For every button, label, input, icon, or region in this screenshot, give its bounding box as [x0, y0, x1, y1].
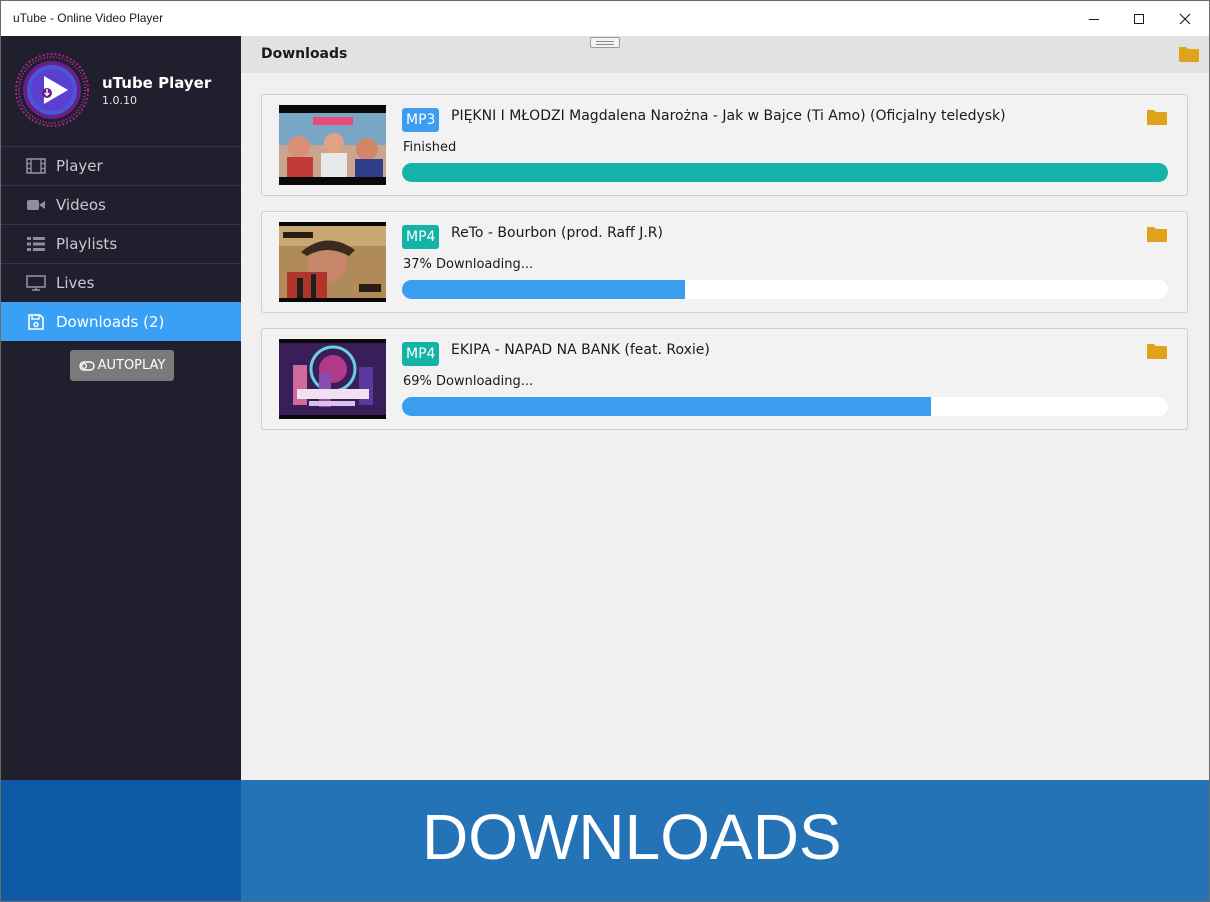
folder-icon[interactable]	[1179, 46, 1199, 62]
toggle-icon	[78, 360, 95, 371]
download-item: MP3 PIĘKNI I MŁODZI Magdalena Narożna - …	[261, 94, 1188, 196]
app-name: uTube Player	[102, 74, 212, 92]
app-logo-icon	[15, 53, 89, 127]
list-icon	[27, 237, 45, 251]
autoplay-toggle-button[interactable]: AUTOPLAY	[70, 350, 174, 381]
promo-banner: DOWNLOADS	[241, 780, 1209, 901]
video-thumbnail[interactable]	[279, 222, 386, 302]
maximize-icon	[1134, 13, 1144, 24]
sidebar-item-lives[interactable]: Lives	[1, 263, 241, 302]
progress-bar	[402, 163, 1168, 182]
download-item: MP4 ReTo - Bourbon (prod. Raff J.R) 37% …	[261, 211, 1188, 313]
download-status: Finished	[403, 140, 457, 155]
video-title: EKIPA - NAPAD NA BANK (feat. Roxie)	[451, 342, 710, 358]
autoplay-label: AUTOPLAY	[97, 358, 166, 373]
sidebar-item-label: Playlists	[56, 235, 118, 253]
download-item: MP4 EKIPA - NAPAD NA BANK (feat. Roxie) …	[261, 328, 1188, 430]
maximize-button[interactable]	[1116, 1, 1162, 36]
banner-text: DOWNLOADS	[422, 801, 842, 873]
progress-fill	[402, 397, 931, 416]
banner-left	[1, 780, 241, 901]
sidebar-item-playlists[interactable]: Playlists	[1, 224, 241, 263]
close-icon	[1179, 13, 1191, 24]
format-badge: MP3	[402, 108, 440, 132]
sidebar-item-player[interactable]: Player	[1, 146, 241, 185]
close-button[interactable]	[1162, 1, 1208, 36]
progress-bar	[402, 397, 1168, 416]
progress-bar	[402, 280, 1168, 299]
minimize-icon	[1089, 18, 1099, 20]
video-title: PIĘKNI I MŁODZI Magdalena Narożna - Jak …	[451, 108, 1006, 124]
film-icon	[26, 158, 46, 174]
window-title: uTube - Online Video Player	[13, 11, 164, 25]
title-bar: uTube - Online Video Player	[1, 1, 1209, 36]
folder-icon[interactable]	[1147, 109, 1167, 125]
sidebar-item-label: Lives	[56, 274, 95, 292]
format-badge: MP4	[402, 342, 440, 366]
main-panel: Downloads MP3 PIĘKNI I MŁODZI Magdalena …	[241, 36, 1209, 780]
sidebar-item-label: Videos	[56, 196, 106, 214]
monitor-icon	[26, 275, 46, 291]
save-icon	[28, 314, 44, 330]
main-header: Downloads	[241, 36, 1209, 73]
video-thumbnail[interactable]	[279, 339, 386, 419]
page-title: Downloads	[261, 46, 348, 62]
sidebar-item-label: Player	[56, 157, 103, 175]
sidebar: uTube Player 1.0.10 Player Videos Playli…	[1, 36, 241, 780]
sidebar-item-downloads[interactable]: Downloads (2)	[1, 302, 241, 341]
video-title: ReTo - Bourbon (prod. Raff J.R)	[451, 225, 663, 241]
sidebar-nav: Player Videos Playlists Lives Downloads …	[1, 146, 241, 341]
progress-fill	[402, 280, 686, 299]
video-thumbnail[interactable]	[279, 105, 386, 185]
minimize-button[interactable]	[1071, 1, 1117, 36]
sidebar-item-label: Downloads (2)	[56, 313, 165, 331]
app-window: uTube - Online Video Player uTube Player…	[0, 0, 1210, 902]
progress-fill	[402, 163, 1168, 182]
folder-icon[interactable]	[1147, 343, 1167, 359]
sidebar-item-videos[interactable]: Videos	[1, 185, 241, 224]
brand: uTube Player 1.0.10	[1, 36, 241, 146]
video-camera-icon	[27, 200, 45, 210]
folder-icon[interactable]	[1147, 226, 1167, 242]
format-badge: MP4	[402, 225, 440, 249]
download-status: 37% Downloading...	[403, 257, 534, 272]
resize-grip-handle[interactable]	[590, 37, 620, 48]
download-status: 69% Downloading...	[403, 374, 534, 389]
app-version: 1.0.10	[102, 94, 137, 107]
